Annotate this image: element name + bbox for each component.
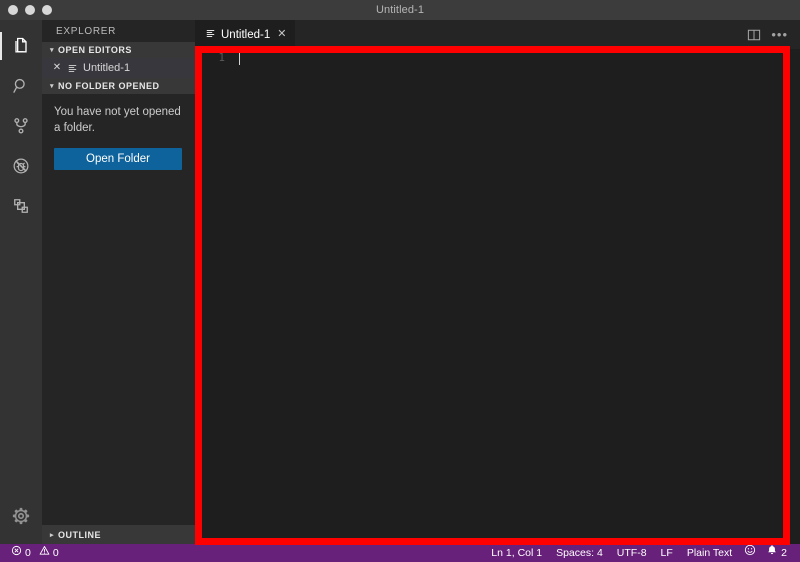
smiley-icon (744, 544, 756, 562)
source-control-icon (11, 116, 31, 136)
activity-bar-item-debug[interactable] (0, 146, 42, 186)
window-title: Untitled-1 (375, 4, 425, 16)
error-icon (11, 544, 22, 562)
tab-untitled-1[interactable]: Untitled-1 ✕ (195, 20, 297, 49)
status-editor-position[interactable]: Ln 1, Col 1 (484, 544, 549, 562)
debug-icon (11, 156, 31, 176)
no-folder-message: You have not yet opened a folder. (54, 106, 181, 134)
file-text-icon (205, 28, 216, 42)
status-bar: 0 0 Ln 1, Col 1 Spaces: 4 UTF-8 LF Plain… (0, 544, 800, 562)
activity-bar-top (0, 26, 42, 226)
breadcrumb (195, 49, 800, 56)
section-header-outline[interactable]: ▸ OUTLINE (42, 525, 195, 544)
status-bar-right: Ln 1, Col 1 Spaces: 4 UTF-8 LF Plain Tex… (484, 544, 800, 562)
section-label-open-editors: OPEN EDITORS (58, 45, 132, 55)
open-editor-label: Untitled-1 (83, 62, 131, 74)
section-label-no-folder: NO FOLDER OPENED (58, 81, 160, 91)
bell-icon (766, 544, 778, 562)
activity-bar-item-extensions[interactable] (0, 186, 42, 226)
error-count: 0 (25, 547, 31, 559)
status-editor-language[interactable]: Plain Text (680, 544, 739, 562)
editor-actions: ••• (747, 20, 800, 49)
minimap[interactable] (748, 49, 800, 544)
section-header-open-editors[interactable]: ▾ OPEN EDITORS (42, 42, 195, 58)
ellipsis-icon[interactable]: ••• (771, 26, 788, 42)
vscode-window: Untitled-1 EXPLORER ▾ OPEN EDITORS ✕ Unt… (0, 0, 800, 562)
close-icon[interactable]: ✕ (277, 29, 286, 40)
activity-bar-item-source-control[interactable] (0, 106, 42, 146)
extensions-icon (11, 196, 31, 216)
status-editor-encoding[interactable]: UTF-8 (610, 544, 654, 562)
line-number-gutter: 1 (218, 51, 225, 64)
editor-area[interactable]: 1 (195, 49, 800, 544)
activity-bar-item-search[interactable] (0, 66, 42, 106)
sidebar-title: EXPLORER (56, 25, 117, 37)
more-actions-glyph: ••• (771, 26, 788, 42)
no-folder-body: You have not yet opened a folder. Open F… (42, 94, 195, 525)
file-text-icon (67, 63, 78, 74)
close-button[interactable] (8, 5, 18, 15)
notification-count: 2 (781, 547, 787, 559)
status-problems[interactable]: 0 0 (6, 544, 64, 562)
warning-count: 0 (52, 547, 59, 559)
search-icon (11, 76, 31, 96)
split-editor-icon[interactable] (747, 28, 761, 42)
section-header-no-folder[interactable]: ▾ NO FOLDER OPENED (42, 78, 195, 94)
text-cursor (239, 51, 240, 65)
sidebar: EXPLORER ▾ OPEN EDITORS ✕ Untitled-1 ▾ N… (42, 20, 195, 544)
status-notifications[interactable]: 2 (761, 544, 792, 562)
title-bar: Untitled-1 (0, 0, 800, 20)
status-bar-left: 0 0 (0, 544, 64, 562)
zoom-button[interactable] (42, 5, 52, 15)
activity-bar-bottom (0, 496, 42, 536)
tab-label: Untitled-1 (221, 28, 271, 41)
chevron-right-icon: ▸ (49, 531, 54, 539)
activity-bar-item-explorer[interactable] (0, 26, 42, 66)
close-icon[interactable]: ✕ (52, 63, 62, 73)
warning-icon (39, 544, 50, 562)
chevron-down-icon: ▾ (49, 83, 54, 90)
window-controls (0, 5, 52, 15)
editor-tabs: Untitled-1 ✕ (195, 20, 297, 49)
minimize-button[interactable] (25, 5, 35, 15)
open-editor-item-untitled-1[interactable]: ✕ Untitled-1 (42, 58, 195, 78)
open-folder-button[interactable]: Open Folder (54, 148, 182, 170)
activity-bar-item-manage[interactable] (0, 496, 42, 536)
editor-group: Untitled-1 ✕ ••• 1 (195, 20, 800, 544)
status-feedback[interactable] (739, 544, 761, 562)
section-label-outline: OUTLINE (58, 529, 101, 540)
chevron-down-icon: ▾ (49, 47, 54, 54)
workbench-body: EXPLORER ▾ OPEN EDITORS ✕ Untitled-1 ▾ N… (0, 20, 800, 544)
gear-icon (11, 506, 31, 526)
status-editor-eol[interactable]: LF (654, 544, 680, 562)
activity-bar (0, 20, 42, 544)
files-icon (11, 36, 31, 56)
status-editor-indentation[interactable]: Spaces: 4 (549, 544, 610, 562)
editor-tabs-bar: Untitled-1 ✕ ••• (195, 20, 800, 49)
